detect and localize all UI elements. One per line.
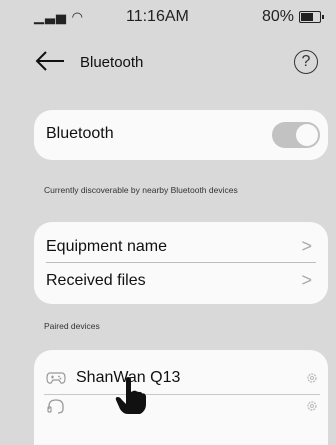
chevron-right-icon: > [301, 270, 312, 290]
battery-percent: 80% [262, 8, 295, 25]
bluetooth-label: Bluetooth [46, 125, 114, 142]
paired-devices-heading: Paired devices [44, 321, 100, 331]
battery-status: 80% [262, 8, 325, 26]
equipment-name-row[interactable]: Equipment name > [46, 232, 316, 263]
status-time: 11:16AM [126, 8, 189, 25]
paired-device-item[interactable] [44, 392, 320, 422]
pointer-hand-cursor-icon [115, 377, 146, 414]
back-arrow-icon[interactable] [34, 50, 66, 72]
equipment-name-label: Equipment name [46, 238, 167, 255]
signal-wifi-icon: ▁▃▅ ◠ [34, 9, 84, 24]
device-settings-gear-icon[interactable] [306, 400, 318, 412]
toggle-knob [296, 124, 318, 146]
gamepad-icon [46, 372, 66, 384]
battery-icon [299, 11, 325, 23]
received-files-label: Received files [46, 272, 146, 289]
paired-devices-card: ShanWan Q13 [34, 350, 328, 445]
status-bar: ▁▃▅ ◠ 11:16AM 80% [0, 0, 336, 34]
paired-device-item[interactable]: ShanWan Q13 [44, 364, 320, 395]
page-title: Bluetooth [80, 54, 144, 71]
chevron-right-icon: > [301, 236, 312, 256]
headset-icon [47, 399, 64, 414]
help-icon[interactable]: ? [294, 50, 318, 74]
discoverable-text: Currently discoverable by nearby Bluetoo… [44, 185, 238, 195]
device-settings-gear-icon[interactable] [306, 372, 318, 384]
received-files-row[interactable]: Received files > [46, 266, 316, 296]
settings-card: Equipment name > Received files > [34, 222, 328, 304]
bluetooth-toggle[interactable] [272, 122, 320, 148]
bluetooth-toggle-card: Bluetooth [34, 110, 328, 160]
header: Bluetooth ? [0, 40, 336, 86]
